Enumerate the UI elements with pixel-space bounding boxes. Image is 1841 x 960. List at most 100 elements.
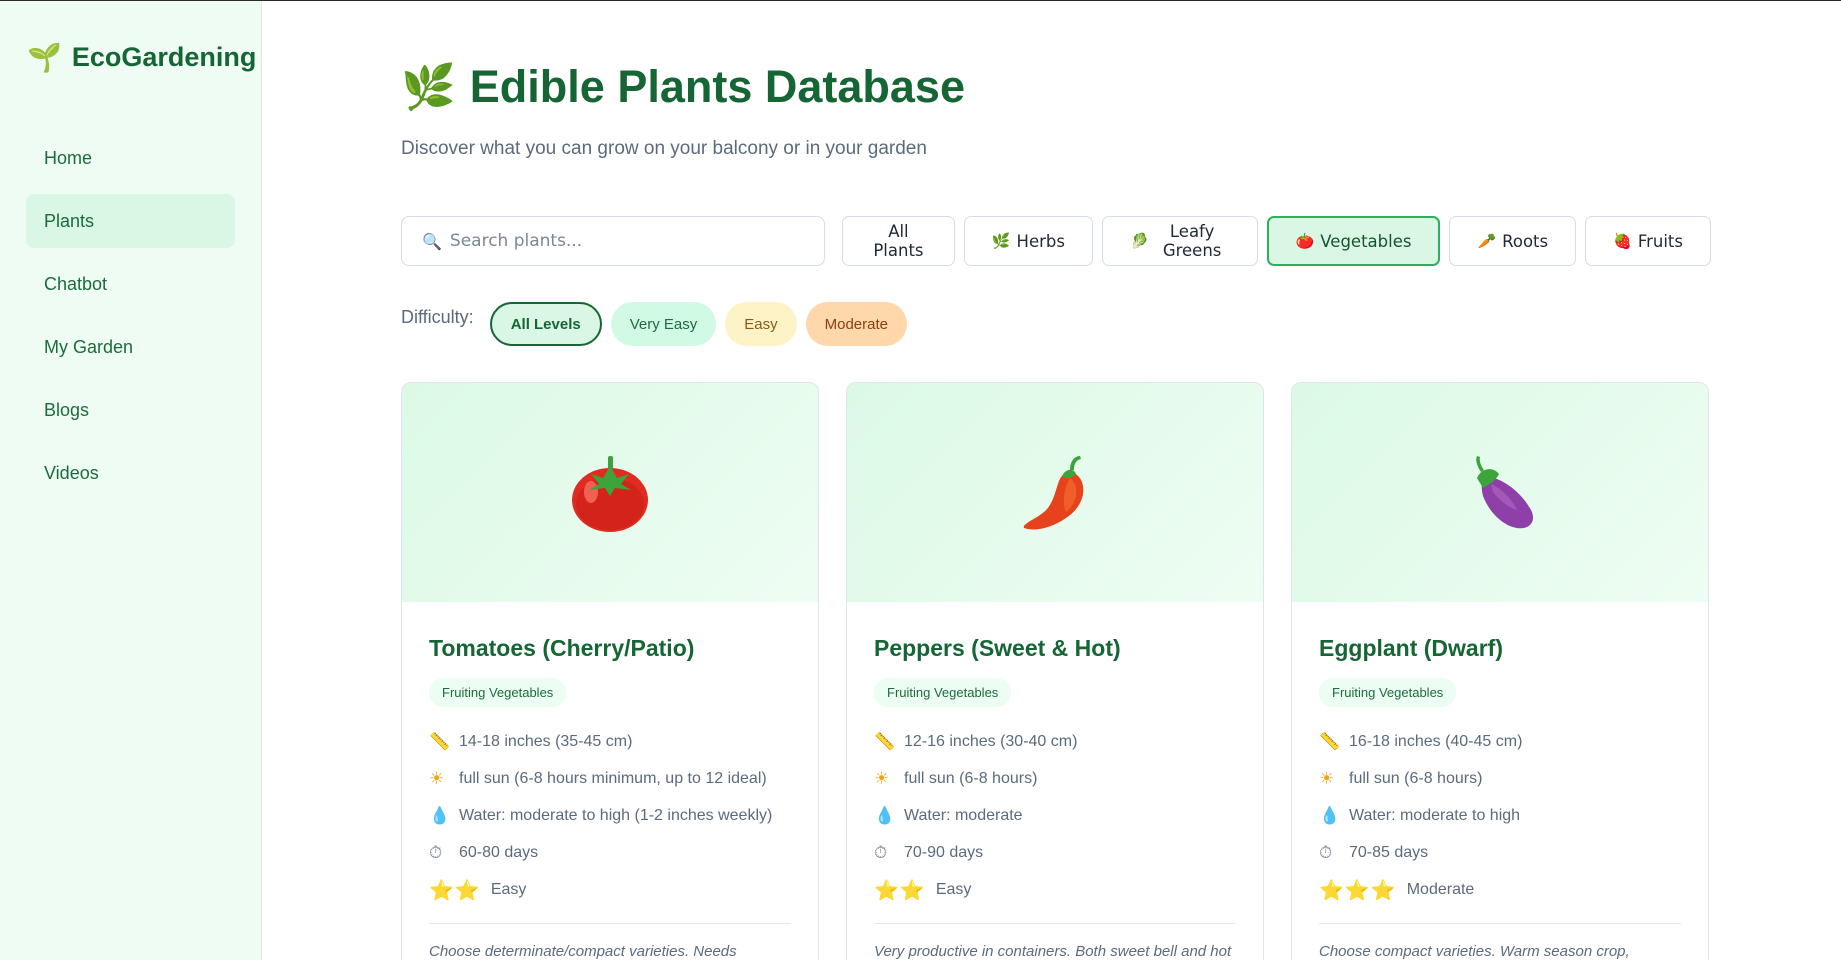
- plant-size-text: 12-16 inches (30-40 cm): [904, 732, 1078, 750]
- filter-fruits[interactable]: 🍓 Fruits: [1585, 216, 1711, 266]
- filter-label: Leafy Greens: [1162, 222, 1222, 260]
- plant-water: 💧 Water: moderate to high (1-2 inches wee…: [429, 797, 791, 834]
- filter-roots[interactable]: 🥕 Roots: [1449, 216, 1577, 266]
- ruler-icon: 📏: [874, 731, 896, 752]
- plant-water-text: Water: moderate to high (1-2 inches week…: [459, 806, 773, 824]
- plant-difficulty: ⭐⭐ Easy: [429, 871, 791, 908]
- plant-card[interactable]: Peppers (Sweet & Hot) Fruiting Vegetable…: [846, 382, 1264, 960]
- sidebar-nav: Home Plants Chatbot My Garden Blogs Vide…: [26, 131, 235, 509]
- divider: [874, 923, 1236, 924]
- plant-difficulty-text: Easy: [935, 880, 972, 898]
- plant-days: ⏱ 70-85 days: [1319, 834, 1681, 871]
- plant-image: [402, 383, 818, 602]
- star-rating-icon: ⭐⭐: [874, 877, 926, 902]
- herb-icon: 🌿: [401, 62, 456, 113]
- plant-difficulty-text: Easy: [490, 880, 527, 898]
- search-box[interactable]: 🔍: [401, 216, 825, 266]
- plant-days: ⏱ 70-90 days: [874, 834, 1236, 871]
- seedling-icon: 🌱: [27, 41, 62, 74]
- plant-difficulty-text: Moderate: [1406, 880, 1475, 898]
- plant-difficulty: ⭐⭐ Easy: [874, 871, 1236, 908]
- filter-label: Fruits: [1637, 231, 1683, 251]
- filter-label: Herbs: [1016, 231, 1065, 251]
- star-rating-icon: ⭐⭐⭐: [1319, 877, 1397, 902]
- water-drop-icon: 💧: [874, 805, 896, 826]
- plant-water-text: Water: moderate to high: [1349, 806, 1521, 824]
- sun-icon: ☀: [429, 768, 445, 789]
- sidebar: 🌱 EcoGardening Home Plants Chatbot My Ga…: [0, 1, 262, 960]
- difficulty-all-levels[interactable]: All Levels: [489, 302, 602, 346]
- plant-size: 📏 12-16 inches (30-40 cm): [874, 723, 1236, 760]
- plant-days: ⏱ 60-80 days: [429, 834, 791, 871]
- timer-icon: ⏱: [429, 842, 443, 863]
- filter-label: Roots: [1502, 231, 1549, 251]
- plant-category-badge: Fruiting Vegetables: [429, 678, 567, 707]
- plant-category-badge: Fruiting Vegetables: [1319, 678, 1457, 707]
- difficulty-moderate[interactable]: Moderate: [805, 302, 907, 346]
- sidebar-item-home[interactable]: Home: [26, 131, 235, 185]
- plant-description: Choose determinate/compact varieties. Ne…: [429, 943, 737, 960]
- filter-vegetables[interactable]: 🍅 Vegetables: [1266, 216, 1441, 266]
- water-drop-icon: 💧: [429, 805, 451, 826]
- plant-size-text: 14-18 inches (35-45 cm): [459, 732, 633, 750]
- plant-days-text: 70-85 days: [1349, 843, 1429, 861]
- difficulty-easy[interactable]: Easy: [725, 302, 797, 346]
- difficulty-filter: Difficulty: All Levels Very Easy Easy Mo…: [401, 302, 916, 346]
- divider: [1319, 923, 1681, 924]
- sidebar-item-blogs[interactable]: Blogs: [26, 383, 235, 437]
- plant-size-text: 16-18 inches (40-45 cm): [1349, 732, 1523, 750]
- pepper-icon: [1023, 455, 1084, 530]
- search-icon: 🔍: [422, 231, 442, 251]
- timer-icon: ⏱: [874, 842, 888, 863]
- sidebar-item-videos[interactable]: Videos: [26, 446, 235, 500]
- plant-sun: ☀ full sun (6-8 hours): [1319, 760, 1681, 797]
- plant-grid: Tomatoes (Cherry/Patio) Fruiting Vegetab…: [401, 382, 1709, 960]
- leafy-greens-icon: 🥬: [1129, 232, 1149, 250]
- plant-name: Eggplant (Dwarf): [1319, 635, 1503, 661]
- plant-sun: ☀ full sun (6-8 hours): [874, 760, 1236, 797]
- plant-days-text: 60-80 days: [459, 843, 539, 861]
- page-subtitle: Discover what you can grow on your balco…: [401, 138, 927, 159]
- plant-name: Tomatoes (Cherry/Patio): [429, 635, 695, 661]
- plant-water: 💧 Water: moderate: [874, 797, 1236, 834]
- plant-water: 💧 Water: moderate to high: [1319, 797, 1681, 834]
- plant-size: 📏 16-18 inches (40-45 cm): [1319, 723, 1681, 760]
- star-rating-icon: ⭐⭐: [429, 877, 481, 902]
- plant-name: Peppers (Sweet & Hot): [874, 635, 1121, 661]
- filter-herbs[interactable]: 🌿 Herbs: [963, 216, 1093, 266]
- plant-size: 📏 14-18 inches (35-45 cm): [429, 723, 791, 760]
- brand-name: EcoGardening: [71, 42, 257, 72]
- plant-category-badge: Fruiting Vegetables: [874, 678, 1012, 707]
- sidebar-item-chatbot[interactable]: Chatbot: [26, 257, 235, 311]
- brand[interactable]: 🌱 EcoGardening: [27, 41, 256, 74]
- page-title: 🌿 Edible Plants Database: [401, 61, 965, 113]
- plant-card[interactable]: Eggplant (Dwarf) Fruiting Vegetables 📏 16…: [1291, 382, 1709, 960]
- ruler-icon: 📏: [1319, 731, 1341, 752]
- search-input[interactable]: [449, 231, 790, 251]
- plant-sun-text: full sun (6-8 hours): [1349, 769, 1483, 787]
- filter-all-plants[interactable]: All Plants: [842, 216, 955, 266]
- filter-label: All Plants: [873, 222, 924, 260]
- filter-label: Vegetables: [1320, 231, 1412, 251]
- sidebar-item-plants[interactable]: Plants: [26, 194, 235, 248]
- sun-icon: ☀: [1319, 768, 1335, 789]
- strawberry-icon: 🍓: [1613, 232, 1632, 250]
- plant-sun-text: full sun (6-8 hours): [904, 769, 1038, 787]
- plant-card[interactable]: Tomatoes (Cherry/Patio) Fruiting Vegetab…: [401, 382, 819, 960]
- sun-icon: ☀: [874, 768, 890, 789]
- carrot-icon: 🥕: [1477, 232, 1497, 250]
- plant-difficulty: ⭐⭐⭐ Moderate: [1319, 871, 1681, 908]
- plant-water-text: Water: moderate: [904, 806, 1023, 824]
- plant-description: Very productive in containers. Both swee…: [874, 943, 1232, 960]
- plant-description: Choose compact varieties. Warm season cr…: [1319, 943, 1630, 960]
- ruler-icon: 📏: [429, 731, 451, 752]
- divider: [429, 923, 791, 924]
- herb-icon: 🌿: [991, 232, 1011, 250]
- tomato-icon: 🍅: [1295, 232, 1315, 250]
- difficulty-very-easy[interactable]: Very Easy: [610, 302, 717, 346]
- filter-leafy-greens[interactable]: 🥬 Leafy Greens: [1101, 216, 1258, 266]
- category-filters: All Plants 🌿 Herbs 🥬 Leafy Greens 🍅 Vege…: [842, 216, 1711, 266]
- plant-image: [847, 383, 1263, 602]
- sidebar-item-my-garden[interactable]: My Garden: [26, 320, 235, 374]
- plant-sun-text: full sun (6-8 hours minimum, up to 12 id…: [459, 769, 767, 787]
